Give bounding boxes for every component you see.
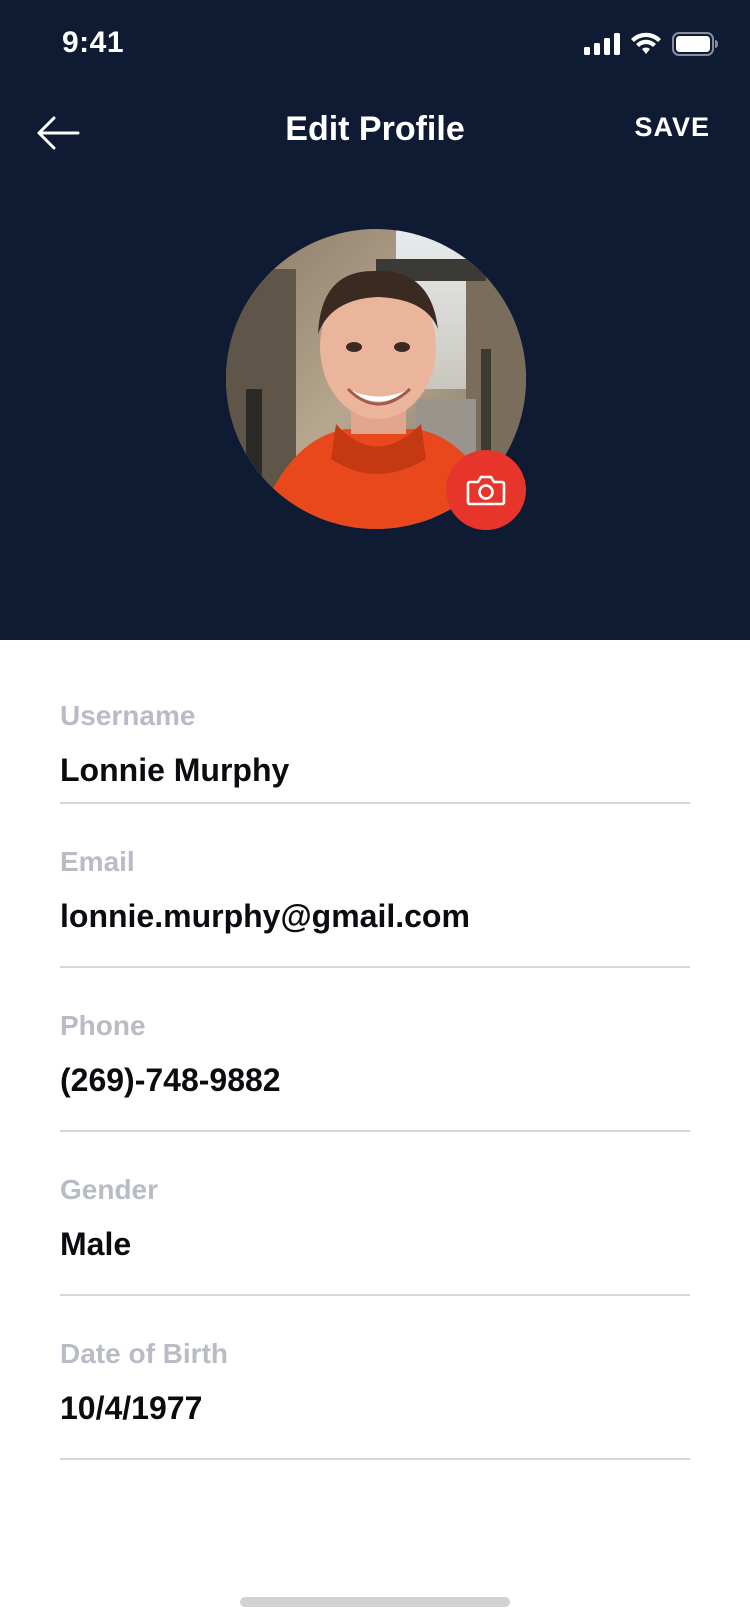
phone-value[interactable]: (269)-748-9882	[60, 1062, 281, 1099]
gender-field[interactable]: Gender Male	[60, 1132, 690, 1296]
username-label: Username	[60, 700, 196, 731]
wifi-icon	[631, 32, 661, 54]
username-field[interactable]: Username Lonnie Murphy	[60, 640, 690, 804]
phone-label: Phone	[60, 1010, 146, 1041]
email-value[interactable]: lonnie.murphy@gmail.com	[60, 898, 470, 935]
date-of-birth-value[interactable]: 10/4/1977	[60, 1390, 202, 1427]
date-of-birth-label: Date of Birth	[60, 1338, 228, 1369]
profile-header: 9:41 Edit Profile SAVE	[0, 0, 750, 640]
battery-icon	[672, 32, 718, 56]
status-time: 9:41	[62, 26, 125, 59]
cellular-signal-icon	[584, 33, 620, 55]
gender-value[interactable]: Male	[60, 1226, 131, 1263]
home-indicator	[240, 1597, 510, 1607]
email-field[interactable]: Email lonnie.murphy@gmail.com	[60, 804, 690, 968]
gender-label: Gender	[60, 1174, 159, 1205]
date-of-birth-field[interactable]: Date of Birth 10/4/1977	[60, 1296, 690, 1460]
username-value[interactable]: Lonnie Murphy	[60, 752, 289, 789]
status-icons	[584, 32, 718, 56]
change-photo-button[interactable]	[446, 450, 526, 530]
email-label: Email	[60, 846, 135, 877]
save-button[interactable]: SAVE	[634, 112, 710, 143]
phone-field[interactable]: Phone (269)-748-9882	[60, 968, 690, 1132]
camera-icon	[466, 475, 506, 506]
profile-form: Username Lonnie Murphy Email lonnie.murp…	[60, 640, 690, 1460]
